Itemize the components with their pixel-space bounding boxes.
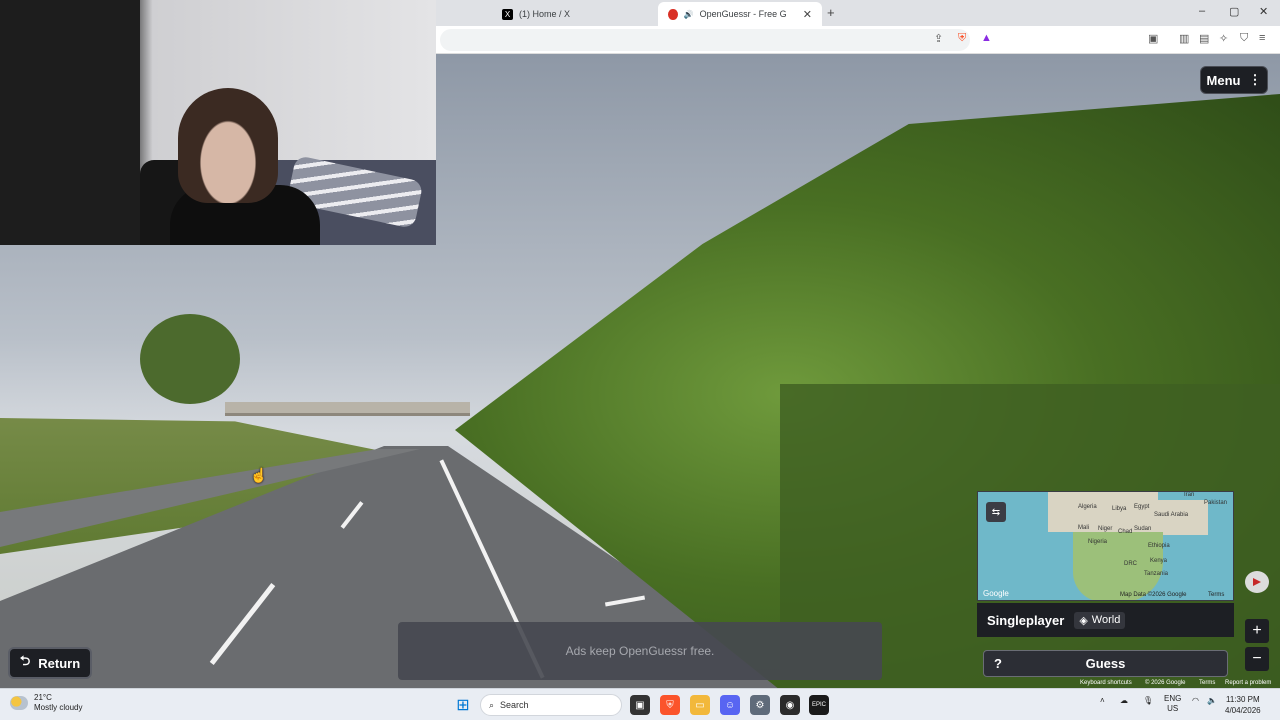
screen: X (1) Home / X 🔊 OpenGuessr - Free GeoGu… <box>0 0 1280 720</box>
webcam-person-head <box>178 88 278 203</box>
return-button[interactable]: ⮌ Return <box>8 647 92 679</box>
search-label: Search <box>500 700 529 710</box>
address-bar[interactable] <box>440 29 970 51</box>
map-label: DRC <box>1124 561 1137 567</box>
map-mode-badge[interactable]: ◈ World <box>1074 611 1126 629</box>
map-label: Pakistan <box>1204 500 1228 506</box>
map-label: Libya <box>1112 506 1127 512</box>
close-tab-icon[interactable]: ✕ <box>803 8 812 21</box>
volume-icon[interactable]: 🔈 <box>1207 696 1217 705</box>
google-data-attribution: © 2026 Google <box>1145 680 1186 686</box>
return-arrow-icon: ⮌ <box>19 653 31 668</box>
game-mode-bar: Singleplayer ◈ World <box>977 603 1234 637</box>
wifi-icon[interactable]: ◠ <box>1192 696 1199 705</box>
kebab-menu-icon: ⋮ <box>1248 72 1262 87</box>
mode-title: Singleplayer <box>987 612 1065 628</box>
map-label: Niger <box>1098 526 1113 532</box>
language-indicator[interactable]: ENG US <box>1164 694 1181 714</box>
zoom-out-button[interactable]: − <box>1245 647 1269 671</box>
new-tab-button[interactable]: + <box>827 5 835 20</box>
taskbar-search[interactable]: ⌕ Search <box>480 694 622 716</box>
close-window-button[interactable]: ✕ <box>1259 5 1268 18</box>
clock-date: 4/04/2026 <box>1225 706 1261 715</box>
guess-button[interactable]: ? Guess <box>983 650 1228 677</box>
tab-title: OpenGuessr - Free GeoGuess <box>699 9 787 19</box>
weather-widget[interactable]: 21°C Mostly cloudy <box>10 693 82 713</box>
report-problem-link[interactable]: Report a problem <box>1225 680 1271 686</box>
clock-time: 11:30 PM <box>1225 695 1260 704</box>
overpass-bridge <box>225 402 470 416</box>
settings-icon[interactable]: ⚙ <box>750 695 770 715</box>
vpn-icon[interactable]: ⛉ <box>1240 32 1248 45</box>
map-label: Sudan <box>1134 526 1152 532</box>
brave-browser-icon[interactable]: ⛨ <box>660 695 680 715</box>
tree <box>140 314 240 404</box>
tray-app-icon[interactable]: ☁ <box>1120 696 1128 705</box>
zoom-in-button[interactable]: + <box>1245 619 1269 643</box>
file-explorer-icon[interactable]: ▭ <box>690 695 710 715</box>
discord-icon[interactable]: ☺ <box>720 695 740 715</box>
wallet-icon[interactable]: ▤ <box>1199 32 1209 45</box>
keyboard-shortcuts-link[interactable]: Keyboard shortcuts <box>1080 680 1132 686</box>
map-label: Egypt <box>1134 504 1150 510</box>
map-label: Iran <box>1184 492 1195 498</box>
guess-label: Guess <box>1085 656 1126 671</box>
map-label: Ethiopia <box>1148 543 1170 549</box>
mode-badge-label: World <box>1091 614 1121 626</box>
map-expand-icon[interactable]: ⇆ <box>986 502 1006 522</box>
return-label: Return <box>38 655 81 671</box>
x-logo-icon: X <box>502 8 513 20</box>
map-attribution: Map Data ©2026 Google <box>1120 592 1187 598</box>
compass-icon[interactable] <box>1245 571 1269 593</box>
hand-cursor-icon: ☝ <box>250 467 268 483</box>
map-google-logo: Google <box>983 589 1009 598</box>
maximize-button[interactable]: ▢ <box>1229 5 1239 18</box>
brave-rewards-icon[interactable]: ▲ <box>981 32 992 44</box>
ad-text: Ads keep OpenGuessr free. <box>565 644 715 658</box>
brave-shields-icon[interactable]: ⛨ <box>958 32 966 45</box>
map-label: Chad <box>1118 529 1133 535</box>
map-label: Saudi Arabia <box>1154 512 1189 518</box>
obs-icon[interactable]: ◉ <box>780 695 800 715</box>
windows-taskbar: 21°C Mostly cloudy ⊞ ⌕ Search ▣ ⛨ ▭ ☺ ⚙ … <box>0 688 1280 720</box>
map-terms-link[interactable]: Terms <box>1208 592 1224 598</box>
map-label: Nigeria <box>1088 539 1108 545</box>
map-label: Kenya <box>1150 558 1168 564</box>
clock[interactable]: 11:30 PM 4/04/2026 <box>1225 694 1261 716</box>
weather-temp: 21°C <box>34 693 52 702</box>
map-label: Tanzania <box>1144 571 1169 577</box>
ad-banner: Ads keep OpenGuessr free. <box>398 622 882 680</box>
search-icon: ⌕ <box>489 699 495 710</box>
help-icon[interactable]: ? <box>984 656 1012 671</box>
map-label: Algeria <box>1078 504 1097 510</box>
menu-label: Menu <box>1206 72 1241 88</box>
reading-list-icon[interactable]: ▣ <box>1148 32 1158 45</box>
task-view-icon[interactable]: ▣ <box>630 695 650 715</box>
map-label: Mali <box>1078 525 1090 531</box>
region-code: US <box>1167 704 1179 713</box>
speaker-icon: 🔊 <box>683 9 694 19</box>
partly-cloudy-icon <box>10 696 28 710</box>
windows-start-icon[interactable]: ⊞ <box>453 695 473 715</box>
language-code: ENG <box>1164 694 1182 703</box>
leo-ai-icon[interactable]: ✧ <box>1219 32 1228 45</box>
main-menu-icon[interactable]: ≡ <box>1259 32 1265 44</box>
openguessr-logo-icon <box>668 8 678 20</box>
sidebar-icon[interactable]: ▥ <box>1179 32 1189 45</box>
tab-title: (1) Home / X <box>519 9 571 19</box>
weather-condition: Mostly cloudy <box>34 703 83 712</box>
menu-button[interactable]: Menu ⋮ <box>1200 66 1268 94</box>
minimize-button[interactable]: – <box>1199 5 1205 17</box>
webcam-overlay <box>0 0 436 245</box>
tab-openguessr[interactable]: 🔊 OpenGuessr - Free GeoGuess ✕ <box>658 2 822 26</box>
guess-minimap[interactable]: ⇆ Algeria Libya Egypt Saudi Arabia Mali … <box>977 491 1234 601</box>
google-terms-link[interactable]: Terms <box>1199 680 1215 686</box>
layers-icon: ◈ <box>1079 614 1088 627</box>
tray-overflow-icon[interactable]: ˄ <box>1100 696 1105 705</box>
epic-games-icon[interactable]: EPIC <box>809 695 829 715</box>
microphone-icon[interactable]: 🎙 <box>1143 696 1153 705</box>
share-icon[interactable]: ⇪ <box>934 32 943 45</box>
tab-x-home[interactable]: X (1) Home / X <box>492 2 652 26</box>
webcam-background-door <box>0 0 140 245</box>
